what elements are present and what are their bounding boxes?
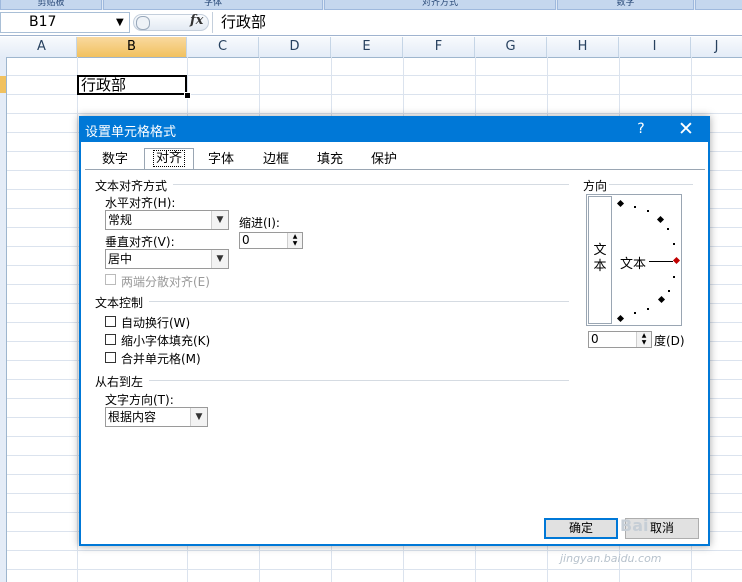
name-box[interactable]: B17 (0, 12, 130, 33)
insert-function-icon[interactable]: fx (190, 13, 203, 28)
column-header-f[interactable]: F (403, 37, 475, 57)
orientation-sample-text: 文本 (620, 257, 647, 272)
wrap-text-checkbox[interactable] (105, 316, 116, 327)
column-header-b[interactable]: B (77, 37, 187, 57)
format-cells-dialog: 设置单元格格式 ? ✕ 数字 对齐 字体 边框 填充 保护 文本对齐方式 水平对… (79, 116, 710, 546)
degrees-label: 度(D) (654, 334, 685, 348)
merge-cells-checkbox[interactable] (105, 352, 116, 363)
wrap-text-label: 自动换行(W) (121, 316, 191, 330)
chevron-down-icon[interactable]: ▼ (190, 408, 207, 426)
column-header-i[interactable]: I (619, 37, 691, 57)
column-header-j[interactable]: J (691, 37, 742, 57)
orientation-dot-icon (673, 243, 675, 245)
dialog-title: 设置单元格格式 (85, 125, 177, 140)
vertical-align-select[interactable]: 居中 ▼ (105, 249, 229, 269)
tab-alignment[interactable]: 对齐 (144, 148, 194, 170)
horizontal-align-select[interactable]: 常规 ▼ (105, 210, 229, 230)
watermark-url: jingyan.baidu.com (560, 552, 662, 565)
text-alignment-group-title: 文本对齐方式 (95, 179, 168, 193)
indent-value: 0 (242, 233, 250, 247)
row-header-bar[interactable] (0, 57, 7, 582)
watermark-logo: Bai (620, 516, 649, 535)
degrees-value: 0 (591, 332, 599, 346)
distributed-checkbox[interactable] (105, 274, 116, 285)
ribbon-group-alignment[interactable]: 对齐方式 (324, 0, 556, 10)
grid-line (77, 57, 78, 582)
group-divider (173, 184, 569, 185)
indent-spinner[interactable]: 0 ▲ ▼ (239, 232, 303, 249)
name-box-dropdown-icon[interactable]: ▼ (116, 12, 124, 33)
orientation-dot-icon (634, 206, 636, 208)
distributed-label: 两端分散对齐(E) (121, 275, 210, 289)
ok-button[interactable]: 确定 (544, 518, 618, 539)
shrink-to-fit-label: 缩小字体填充(K) (121, 334, 211, 348)
shrink-to-fit-checkbox[interactable] (105, 334, 116, 345)
rtl-group-title: 从右到左 (95, 375, 144, 389)
column-header-g[interactable]: G (475, 37, 547, 57)
column-header-h[interactable]: H (547, 37, 619, 57)
horizontal-align-value: 常规 (108, 213, 133, 227)
group-divider (149, 301, 569, 302)
ribbon-group-number[interactable]: 数字 (557, 0, 694, 10)
group-divider (609, 184, 693, 185)
tab-font[interactable]: 字体 (201, 150, 241, 169)
fill-handle[interactable] (184, 92, 191, 99)
vertical-text-toggle[interactable]: 文本 (588, 196, 612, 324)
column-header-a[interactable]: A (7, 37, 77, 57)
horizontal-align-label: 水平对齐(H): (105, 196, 176, 210)
spinner-arrows-icon[interactable]: ▲ ▼ (287, 233, 302, 248)
text-control-group-title: 文本控制 (95, 296, 144, 310)
ribbon-group-more[interactable] (695, 0, 742, 10)
merge-cells-label: 合并单元格(M) (121, 352, 201, 366)
orientation-dot-icon (667, 228, 669, 230)
degrees-spinner[interactable]: 0 ▲ ▼ (588, 331, 652, 348)
orientation-dot-icon (668, 290, 670, 292)
dialog-body: 数字 对齐 字体 边框 填充 保护 文本对齐方式 水平对齐(H): 常规 ▼ 缩… (81, 142, 708, 544)
tab-number[interactable]: 数字 (95, 150, 135, 169)
ribbon-group-font[interactable]: 字体 (103, 0, 323, 10)
orientation-group-title: 方向 (583, 179, 608, 193)
help-button[interactable]: ? (631, 119, 651, 139)
vertical-align-value: 居中 (108, 252, 133, 266)
orientation-needle (649, 261, 673, 262)
column-header-c[interactable]: C (187, 37, 259, 57)
column-header-e[interactable]: E (331, 37, 403, 57)
row-header-selected[interactable] (0, 76, 6, 93)
tab-divider (85, 169, 705, 170)
tab-border[interactable]: 边框 (256, 150, 296, 169)
orientation-dot-icon (634, 312, 636, 314)
close-button[interactable]: ✕ (675, 118, 697, 140)
dialog-titlebar[interactable]: 设置单元格格式 ? ✕ (79, 116, 710, 142)
chevron-down-icon[interactable]: ▼ (211, 211, 228, 229)
text-direction-value: 根据内容 (108, 410, 157, 424)
orientation-dot-icon (673, 276, 675, 278)
spinner-arrows-icon[interactable]: ▲ ▼ (636, 332, 651, 347)
orientation-dot-icon (647, 210, 649, 212)
group-divider (149, 380, 569, 381)
orientation-dot-icon (647, 308, 649, 310)
column-header-bar: A B C D E F G H I J (0, 37, 742, 58)
vertical-text-label: 文本 (593, 243, 607, 274)
tab-protection[interactable]: 保护 (364, 150, 404, 169)
formula-bar-handle-icon[interactable] (136, 16, 150, 30)
column-header-d[interactable]: D (259, 37, 331, 57)
ribbon-group-clipboard[interactable]: 剪贴板 (0, 0, 102, 10)
text-direction-label: 文字方向(T): (105, 393, 174, 407)
active-cell[interactable]: 行政部 (77, 75, 187, 95)
tab-alignment-label: 对齐 (152, 150, 185, 167)
chevron-down-icon[interactable]: ▼ (211, 250, 228, 268)
formula-input[interactable]: 行政部 (212, 12, 742, 33)
indent-label: 缩进(I): (239, 216, 280, 230)
vertical-align-label: 垂直对齐(V): (105, 235, 175, 249)
text-direction-select[interactable]: 根据内容 ▼ (105, 407, 208, 427)
tab-fill[interactable]: 填充 (310, 150, 350, 169)
